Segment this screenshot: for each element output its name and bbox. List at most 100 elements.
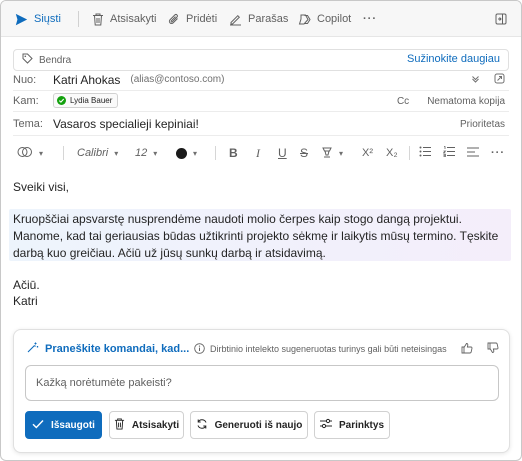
signature-label: Parašas [248,13,289,25]
subject-label: Tema: [13,117,43,130]
more-format-button[interactable]: ··· [491,139,505,167]
copilot-sparkle-icon [26,341,39,357]
prompt-link[interactable]: Praneškite komandai, kad... [45,343,189,355]
numbered-list-icon [442,146,455,160]
subject-actions: Prioritetas [460,112,505,136]
numbered-list-button[interactable] [442,139,455,167]
format-divider [215,146,216,160]
recipient-name: Lydia Bauer [70,96,113,105]
bold-button[interactable]: B [229,139,238,167]
copilot-label: Copilot [317,13,352,25]
from-actions [471,69,505,91]
pop-out-icon [495,13,507,25]
bullet-list-icon [419,146,431,160]
subject-input[interactable]: Vasaros specialieji kepiniai! [53,117,199,131]
options-label: Parinktys [338,419,385,431]
subscript-button[interactable]: X₂ [386,139,398,167]
strikethrough-button[interactable]: S [300,139,308,167]
cc-link[interactable]: Cc [397,96,409,107]
keep-button[interactable]: Išsaugoti [25,411,102,439]
font-size-select[interactable]: 12 ▾ [135,139,157,167]
recipient-chip[interactable]: Lydia Bauer [53,93,119,108]
regenerate-button[interactable]: Generuoti iš naujo [190,411,308,439]
sliders-icon [319,418,332,432]
compose-window: Siųsti Atsisakyti Pridėti Parašas Copilo… [0,0,522,461]
chevron-down-icon: ▾ [153,148,158,158]
chevron-down-icon: ▾ [114,148,119,158]
italic-label: I [256,145,260,160]
underline-button[interactable]: U [278,139,287,167]
font-color-swatch [176,147,187,159]
from-alias: (alias@contoso.com) [130,74,225,85]
refresh-icon [196,418,208,433]
bullet-list-button[interactable] [419,139,431,167]
to-field: Kam: Lydia Bauer Cc Nematoma kopija [13,90,509,112]
paperclip-icon [168,13,180,26]
to-label: Kam: [13,94,39,107]
discard-draft-button[interactable]: Atsisakyti [109,411,184,439]
superscript-label: X² [362,147,373,159]
thumbs-up-icon[interactable] [461,342,473,357]
italic-button[interactable]: I [256,139,260,167]
sensitivity-label-bar[interactable]: Bendra Sužinokite daugiau [13,49,509,71]
pop-out-button[interactable] [495,1,507,37]
chevron-down-icon[interactable] [471,74,480,86]
from-label: Nuo: [13,73,37,86]
underline-label: U [278,146,287,160]
highlighter-icon [321,146,333,161]
align-button[interactable] [467,139,479,167]
keep-label: Išsaugoti [51,419,95,431]
copilot-icon [298,13,311,26]
body-paragraph[interactable]: Kruopščiai apsvarstę nusprendėme naudoti… [13,211,509,262]
align-left-icon [467,147,479,160]
subscript-label: X₂ [386,147,398,159]
send-icon [15,13,28,26]
chevron-down-icon: ▾ [39,148,44,158]
chevron-down-icon: ▾ [339,148,344,158]
signature-button[interactable]: Parašas [229,1,288,37]
trash-icon [114,418,125,433]
regenerate-label: Generuoti iš naujo [214,419,303,431]
format-divider [63,146,64,160]
thumbs-down-icon[interactable] [487,342,499,357]
signature-text: Katri [13,294,38,308]
copilot-prompt[interactable]: Praneškite komandai, kad... [26,340,189,358]
font-size-value: 12 [135,147,148,159]
toolbar-divider [78,11,79,27]
trash-icon [92,13,104,26]
more-icon: ··· [363,13,377,25]
font-color-button[interactable]: ▾ [176,139,197,167]
superscript-button[interactable]: X² [362,139,373,167]
more-icon: ··· [491,147,505,159]
discard-button[interactable]: Atsisakyti [92,1,156,37]
feedback-buttons [461,340,499,358]
more-options-button[interactable]: ··· [363,1,377,37]
styles-icon [17,145,33,162]
from-name[interactable]: Katri Ahokas [53,73,120,87]
attach-label: Pridėti [186,13,218,25]
sensitivity-label: Bendra [39,54,72,66]
learn-more-link[interactable]: Sužinokite daugiau [407,53,500,65]
thanks-text: Ačiū. [13,278,40,292]
send-label: Siųsti [34,13,61,25]
bold-label: B [229,146,238,160]
styles-button[interactable]: ▾ [17,139,43,167]
format-divider [409,146,410,160]
priority-link[interactable]: Prioritetas [460,119,505,130]
copilot-button[interactable]: Copilot [298,1,351,37]
copilot-input[interactable]: Kažką norėtumėte pakeisti? [25,365,499,401]
app-icon[interactable] [494,73,505,87]
highlight-button[interactable]: ▾ [321,139,343,167]
strikethrough-label: S [300,146,309,160]
copilot-panel: Praneškite komandai, kad... Dirbtinio in… [13,329,510,453]
font-family-select[interactable]: Calibri ▾ [77,139,118,167]
chevron-down-icon: ▾ [193,148,198,158]
options-button[interactable]: Parinktys [314,411,390,439]
compose-toolbar: Siųsti Atsisakyti Pridėti Parašas Copilo… [1,1,521,37]
send-button[interactable]: Siųsti [15,1,61,37]
disclaimer-text: Dirbtinio intelekto sugeneruotas turinys… [210,344,447,354]
tag-icon [22,53,33,67]
bcc-link[interactable]: Nematoma kopija [427,96,505,107]
attach-button[interactable]: Pridėti [168,1,217,37]
format-toolbar: ▾ Calibri ▾ 12 ▾ ▾ B I U S ▾ X² X₂ ··· [13,139,509,167]
